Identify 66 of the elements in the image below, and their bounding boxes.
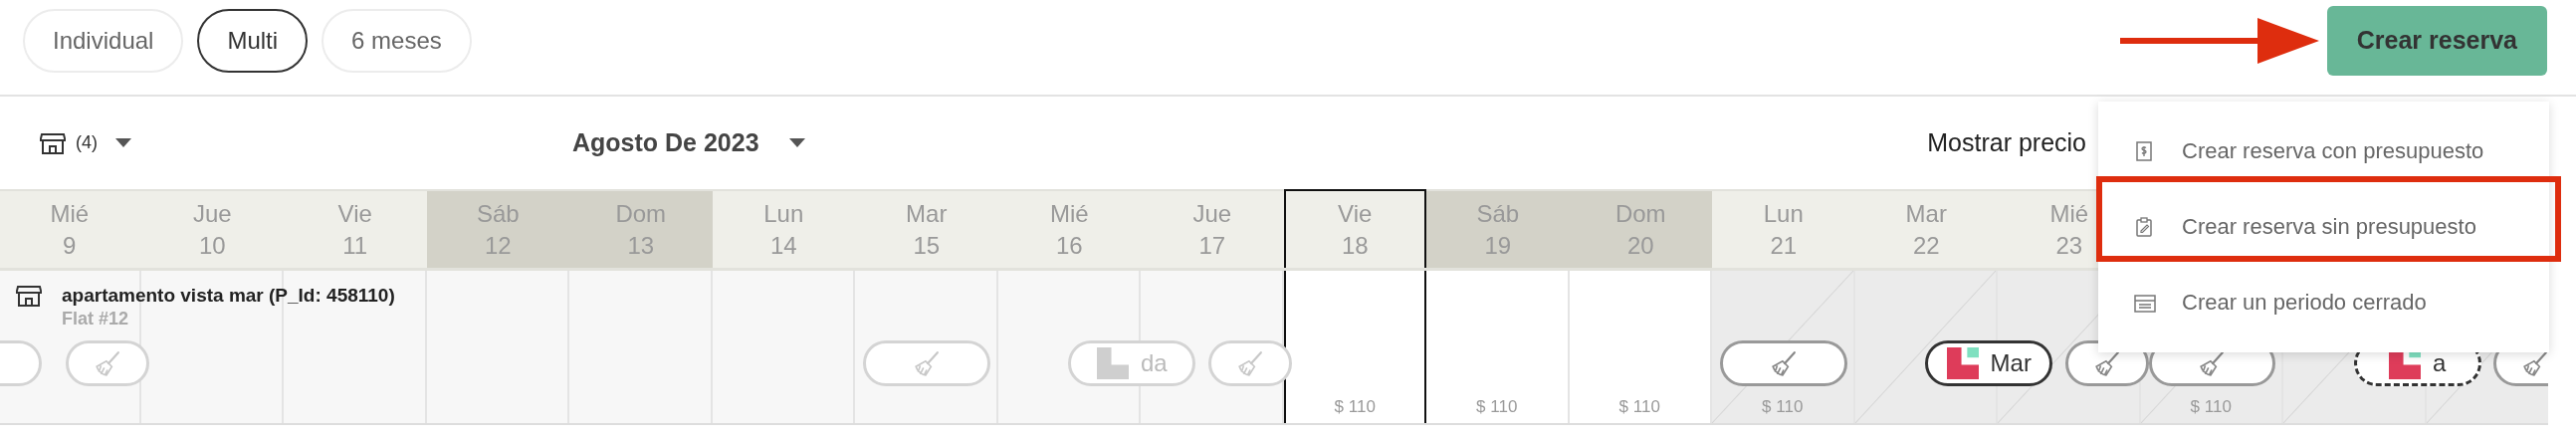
price-label: $ 110 bbox=[1761, 397, 1805, 417]
store-icon bbox=[16, 285, 42, 307]
weekday-label: Jue bbox=[192, 199, 232, 228]
day-number: 16 bbox=[1055, 231, 1083, 260]
price-label: $ 110 bbox=[1617, 397, 1661, 417]
broom-icon bbox=[2093, 350, 2120, 376]
day-number: 15 bbox=[913, 231, 941, 260]
weekday-label: Jue bbox=[1192, 199, 1232, 228]
day-number: 10 bbox=[198, 231, 226, 260]
cleaning-pill[interactable] bbox=[1207, 340, 1292, 386]
day-number: 19 bbox=[1484, 231, 1512, 260]
cleaning-pill[interactable] bbox=[65, 340, 149, 386]
weekday-label: Lun bbox=[763, 199, 804, 228]
day-number: 21 bbox=[1770, 231, 1798, 260]
broom-icon bbox=[1236, 350, 1263, 376]
logo-icon bbox=[1096, 347, 1129, 379]
day-number: 9 bbox=[63, 231, 77, 260]
view-tab[interactable]: Individual bbox=[23, 8, 184, 73]
day-number: 17 bbox=[1198, 231, 1226, 260]
day-number: 12 bbox=[484, 231, 512, 260]
broom-icon bbox=[2199, 350, 2226, 376]
cleaning-pill[interactable] bbox=[863, 340, 990, 386]
weekday-label: Vie bbox=[1338, 199, 1373, 228]
caret-icon[interactable] bbox=[788, 137, 805, 148]
broom-icon bbox=[913, 350, 940, 376]
day-number: 13 bbox=[627, 231, 655, 260]
price-label: $ 110 bbox=[2189, 397, 2233, 417]
menu-item[interactable]: Crear reserva con presupuesto bbox=[2098, 113, 2549, 189]
month-label[interactable]: Agosto De 2023 bbox=[572, 128, 759, 157]
price-label: $ 110 bbox=[1475, 397, 1519, 417]
weekday-label: Mié bbox=[50, 199, 90, 228]
view-tab[interactable]: 6 meses bbox=[322, 8, 472, 73]
day-number: 18 bbox=[1341, 231, 1369, 260]
menu-item[interactable]: Crear un periodo cerrado bbox=[2098, 265, 2549, 340]
day-number: 23 bbox=[2055, 231, 2083, 260]
caret-icon[interactable] bbox=[115, 137, 131, 148]
cleaning-pill[interactable] bbox=[1720, 340, 1847, 386]
weekday-label: Mié bbox=[2049, 199, 2089, 228]
broom-icon bbox=[2522, 350, 2548, 376]
broom-icon bbox=[1770, 350, 1797, 376]
store-icon bbox=[40, 131, 66, 154]
create-reservation-button[interactable]: Crear reserva bbox=[2326, 5, 2547, 76]
property-name: apartamento vista mar (P_Id: 458110) bbox=[62, 285, 395, 307]
day-number: 11 bbox=[342, 231, 368, 260]
view-tab[interactable]: Multi bbox=[197, 8, 309, 73]
weekday-label: Lun bbox=[1763, 199, 1804, 228]
weekday-label: Mar bbox=[1905, 199, 1947, 228]
booking-pill[interactable]: Mar bbox=[1925, 340, 2053, 386]
weekday-label: Dom bbox=[1614, 199, 1666, 228]
property-filter-count[interactable]: (4) bbox=[76, 132, 98, 153]
show-prices-label[interactable]: Mostrar precio bbox=[1927, 128, 2086, 157]
day-number: 22 bbox=[1912, 231, 1940, 260]
weekday-label: Dom bbox=[615, 199, 667, 228]
calendar-icon bbox=[2134, 293, 2156, 313]
price-label: $ 110 bbox=[1333, 397, 1377, 417]
day-number: 14 bbox=[769, 231, 797, 260]
weekday-label: Sáb bbox=[476, 199, 520, 228]
logo-icon bbox=[1946, 347, 1979, 379]
weekday-label: Vie bbox=[337, 199, 372, 228]
weekday-label: Mar bbox=[906, 199, 948, 228]
weekday-label: Mié bbox=[1049, 199, 1089, 228]
broom-icon bbox=[94, 350, 120, 376]
menu-item[interactable]: Crear reserva sin presupuesto bbox=[2098, 189, 2549, 265]
unit-label: Flat #12 bbox=[62, 309, 130, 329]
weekday-label: Sáb bbox=[1476, 199, 1520, 228]
day-number: 20 bbox=[1626, 231, 1654, 260]
